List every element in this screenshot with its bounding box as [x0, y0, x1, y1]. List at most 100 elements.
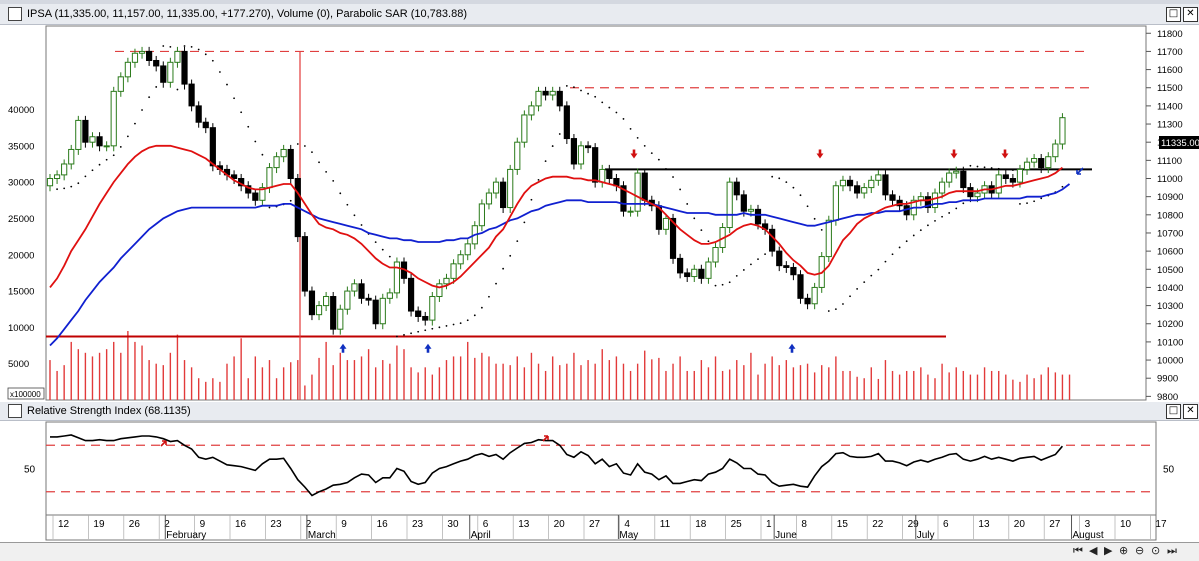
candle-up	[995, 174, 1002, 194]
date-tick-label: 26	[129, 519, 141, 530]
rsi-close-button[interactable]: ✕	[1183, 404, 1198, 419]
candle-up	[691, 268, 698, 278]
rsi-chart-window: Relative Strength Index (68.1135) □ ✕ 50…	[0, 402, 1199, 542]
sar-dot	[148, 96, 151, 99]
candle-up	[946, 172, 953, 183]
sar-dot	[863, 281, 866, 283]
sar-dot	[700, 229, 703, 232]
volume-axis-label: 10000	[8, 323, 34, 334]
nav-right-end-icon[interactable]: ⏭	[1167, 544, 1177, 558]
volume-axis-label: 25000	[8, 214, 34, 225]
sar-dot	[997, 167, 1000, 170]
sar-dot	[381, 248, 384, 251]
candle-down	[882, 174, 889, 196]
candle-down	[790, 266, 797, 276]
sar-dot	[459, 322, 462, 325]
sar-dot	[70, 185, 73, 188]
sar-dot	[105, 158, 108, 161]
candle-up	[599, 168, 606, 183]
sar-dot	[296, 143, 299, 145]
volume-axis-label: 5000	[8, 359, 29, 370]
close-button[interactable]: ✕	[1183, 7, 1198, 22]
candle-down	[846, 179, 854, 187]
candle-up	[875, 174, 882, 181]
nav-reset-icon[interactable]: ⊙	[1151, 544, 1160, 557]
sar-dot	[707, 240, 710, 243]
price-axis-label: 10200	[1157, 319, 1183, 330]
sar-dot	[1004, 168, 1007, 171]
sar-dot	[622, 118, 625, 120]
date-tick-label: 29	[908, 519, 920, 530]
candle-up	[528, 105, 535, 116]
sar-dot	[438, 326, 441, 329]
candle-down	[967, 187, 974, 198]
sar-dot	[820, 228, 823, 231]
candle-up	[478, 203, 485, 227]
sar-dot	[247, 125, 250, 128]
sar-dot	[480, 306, 483, 309]
nav-right-icon[interactable]: ▶	[1104, 544, 1112, 557]
candle-up	[634, 172, 641, 212]
candle-up	[323, 296, 330, 307]
candle-up	[811, 286, 818, 305]
nav-left-icon[interactable]: ◀	[1089, 544, 1097, 557]
sar-dot	[183, 45, 186, 47]
sar-dot	[219, 71, 221, 73]
sar-dot	[1019, 203, 1021, 205]
candle-up	[464, 243, 471, 256]
nav-zoom-in-icon[interactable]: ⊕	[1119, 544, 1128, 557]
sar-dot	[403, 333, 405, 336]
candle-down	[563, 105, 570, 140]
rsi-restore-button[interactable]: □	[1166, 404, 1181, 419]
candle-down	[287, 148, 294, 180]
sar-dot	[877, 268, 880, 271]
sar-dot	[679, 188, 682, 191]
sar-dot	[537, 179, 540, 181]
sar-dot	[289, 199, 292, 202]
month-label: May	[619, 530, 638, 541]
candle-up	[266, 167, 273, 189]
volume-axis-label: 40000	[8, 105, 34, 116]
date-tick-label: 6	[483, 519, 489, 530]
sar-dot	[969, 164, 972, 167]
rsi-plot-area	[45, 421, 1157, 516]
price-axis-label: 11000	[1157, 174, 1183, 185]
sar-dot	[353, 214, 356, 217]
rsi-title: Relative Strength Index (68.1135)	[27, 405, 191, 417]
price-axis-label: 11100	[1157, 156, 1182, 167]
candle-up	[117, 76, 124, 92]
candle-up	[337, 308, 344, 330]
sar-dot	[339, 192, 342, 195]
rsi-axis-label-left: 50	[24, 465, 36, 476]
candle-down	[209, 127, 216, 167]
candle-down	[188, 83, 195, 107]
restore-button[interactable]: □	[1166, 7, 1181, 22]
sar-dot	[346, 203, 349, 206]
sar-dot	[141, 109, 143, 111]
price-chart-window: IPSA (11,335.00, 11,157.00, 11,335.00, +…	[0, 4, 1199, 402]
sar-dot	[119, 146, 122, 148]
price-axis-label: 11500	[1157, 83, 1183, 94]
candle-up	[450, 263, 457, 279]
sar-dot	[268, 206, 271, 209]
sar-dot	[891, 253, 894, 256]
price-chart-title: IPSA (11,335.00, 11,157.00, 11,335.00, +…	[27, 8, 467, 20]
candle-down	[592, 147, 599, 183]
candle-down	[684, 272, 691, 278]
candle-up	[1031, 158, 1038, 163]
candle-up	[868, 179, 875, 189]
price-axis-label: 11700	[1157, 47, 1183, 58]
price-axis-label: 11800	[1157, 29, 1183, 40]
sar-dot	[983, 166, 986, 169]
nav-zoom-out-icon[interactable]: ⊖	[1135, 544, 1144, 557]
candle-up	[953, 170, 960, 174]
nav-left-end-icon[interactable]: ⏮	[1073, 544, 1083, 558]
volume-axis-label: 30000	[8, 178, 34, 189]
sar-dot	[714, 284, 717, 287]
candle-up	[974, 192, 981, 198]
sar-dot	[84, 175, 87, 178]
sar-dot	[955, 207, 958, 210]
candle-up	[514, 141, 521, 170]
month-label: March	[308, 530, 336, 541]
candle-down	[301, 236, 308, 292]
